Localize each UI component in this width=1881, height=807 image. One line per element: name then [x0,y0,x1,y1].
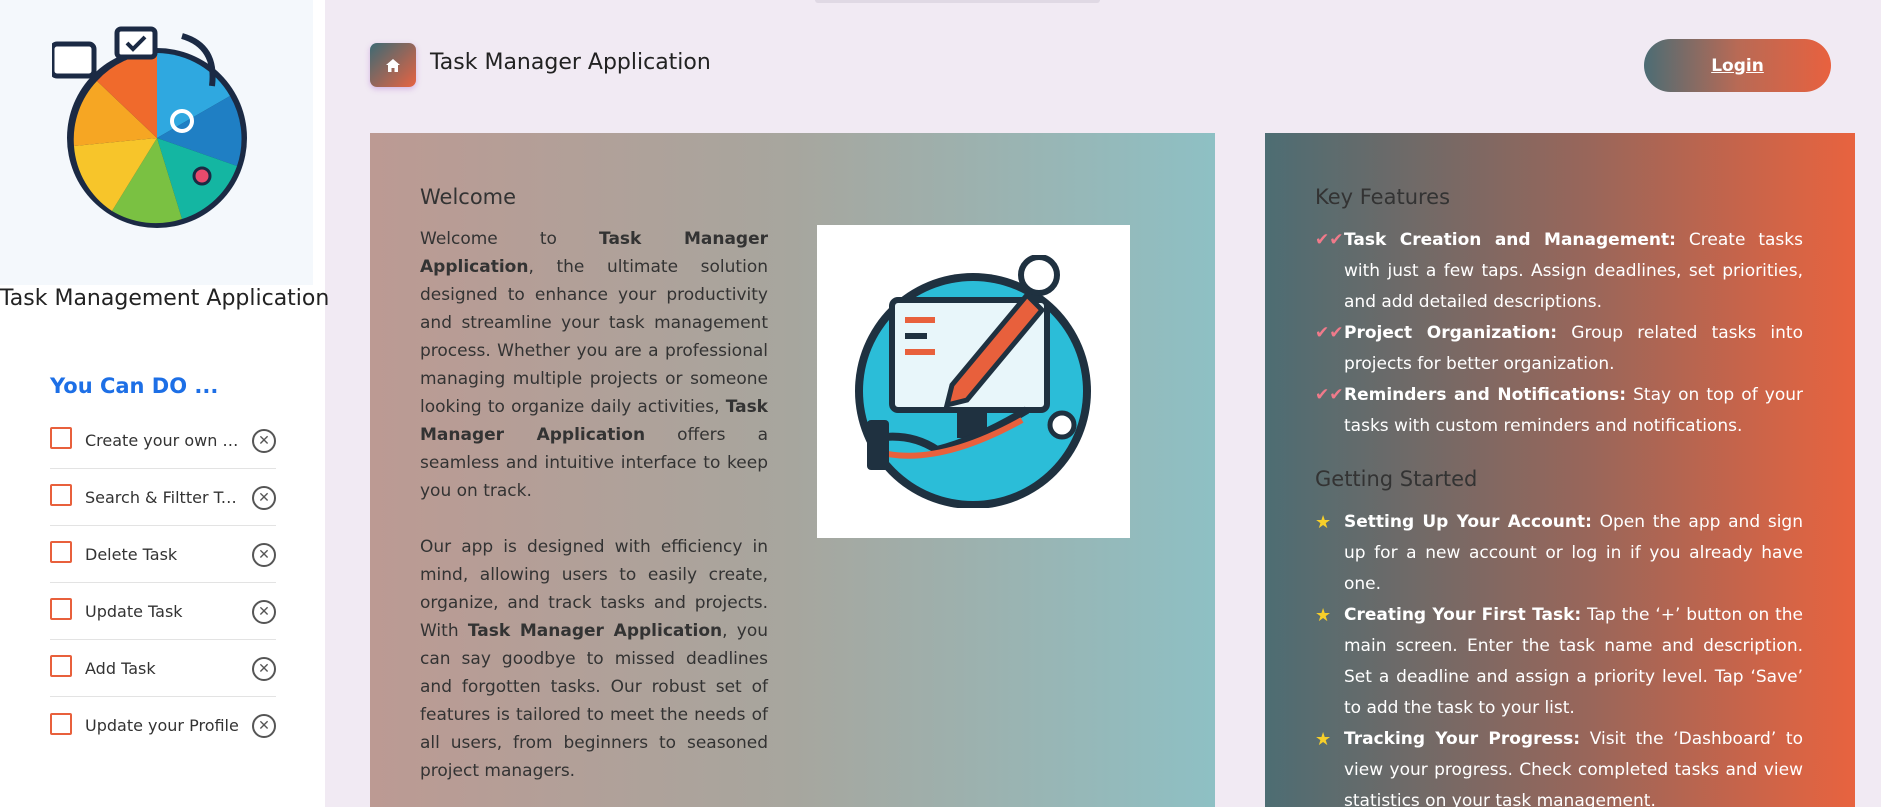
todo-label: Update your Profile [85,716,239,735]
todo-checkbox[interactable] [50,712,72,735]
app-logo [0,0,313,285]
todo-checkbox[interactable] [50,655,72,677]
app-name-bold: Task Manager Application [467,621,723,641]
app-name: Task Management Application [0,286,330,311]
todo-item: Update your Profile ✕ [50,697,276,754]
remove-icon[interactable]: ✕ [252,429,276,453]
step-item: ★ Setting Up Your Account: Open the app … [1315,507,1803,600]
welcome-paragraph: Welcome to Task Manager Application, the… [420,225,768,505]
page-title: Task Manager Application [430,50,711,75]
feature-name: Reminders and Notifications: [1344,385,1627,405]
todo-item: Delete Task ✕ [50,526,276,583]
feature-name: Task Creation and Management: [1344,230,1676,250]
welcome-paragraph: Our app is designed with efficiency in m… [420,533,768,785]
todo-label: Delete Task [85,544,178,564]
sidebar: Task Management Application You Can DO .… [0,0,330,807]
feature-item: ✔✔ Task Creation and Management: Create … [1315,225,1803,318]
todo-checkbox[interactable] [50,541,72,563]
login-button[interactable]: Login [1644,39,1831,92]
getting-started-title: Getting Started [1315,467,1478,491]
remove-icon[interactable]: ✕ [252,714,276,738]
home-button[interactable] [370,43,416,87]
task-illustration [817,225,1130,538]
features-panel: Key Features ✔✔ Task Creation and Manage… [1265,133,1855,807]
check-icon: ✔✔ [1315,385,1344,405]
feature-name: Project Organization: [1344,323,1558,343]
step-name: Creating Your First Task: [1344,605,1582,625]
top-scroll-indicator [815,0,1100,3]
star-icon: ★ [1315,605,1332,626]
remove-icon[interactable]: ✕ [252,657,276,681]
feature-item: ✔✔ Reminders and Notifications: Stay on … [1315,380,1803,442]
welcome-panel: Welcome Welcome to Task Manager Applicat… [370,133,1215,807]
text: , the ultimate solution designed to enha… [420,257,768,417]
todo-checkbox[interactable] [50,427,72,449]
todo-item: Add Task ✕ [50,640,276,697]
todo-item: Search & Filtter Task ✕ [50,469,276,526]
key-features-list: ✔✔ Task Creation and Management: Create … [1315,225,1803,442]
todo-checkbox[interactable] [50,598,72,620]
can-do-title: You Can DO ... [50,374,219,398]
star-icon: ★ [1315,729,1332,750]
step-name: Setting Up Your Account: [1344,512,1592,532]
welcome-title: Welcome [420,185,517,209]
todo-label: Add Task [85,658,156,678]
step-item: ★ Tracking Your Progress: Visit the ‘Das… [1315,724,1803,807]
todo-label: Create your own Task [85,430,245,450]
star-icon: ★ [1315,512,1332,533]
remove-icon[interactable]: ✕ [252,486,276,510]
check-icon: ✔✔ [1315,323,1344,343]
home-icon [386,58,400,72]
step-name: Tracking Your Progress: [1344,729,1581,749]
key-features-title: Key Features [1315,185,1451,209]
welcome-body: Welcome to Task Manager Application , the… [420,225,768,807]
check-icon: ✔✔ [1315,230,1344,250]
text: , you can say goodbye to missed deadline… [420,621,768,781]
feature-item: ✔✔ Project Organization: Group related t… [1315,318,1803,380]
todo-label: Update Task [85,601,183,621]
todo-item: Update Task ✕ [50,583,276,640]
text: Welcome to [420,229,600,249]
remove-icon[interactable]: ✕ [252,543,276,567]
remove-icon[interactable]: ✕ [252,600,276,624]
todo-label: Search & Filtter Task [85,487,245,507]
todo-checkbox[interactable] [50,484,72,506]
todo-list: Create your own Task ✕ Search & Filtter … [50,412,276,754]
getting-started-list: ★ Setting Up Your Account: Open the app … [1315,507,1803,807]
todo-item: Create your own Task ✕ [50,412,276,469]
step-item: ★ Creating Your First Task: Tap the ‘+’ … [1315,600,1803,724]
